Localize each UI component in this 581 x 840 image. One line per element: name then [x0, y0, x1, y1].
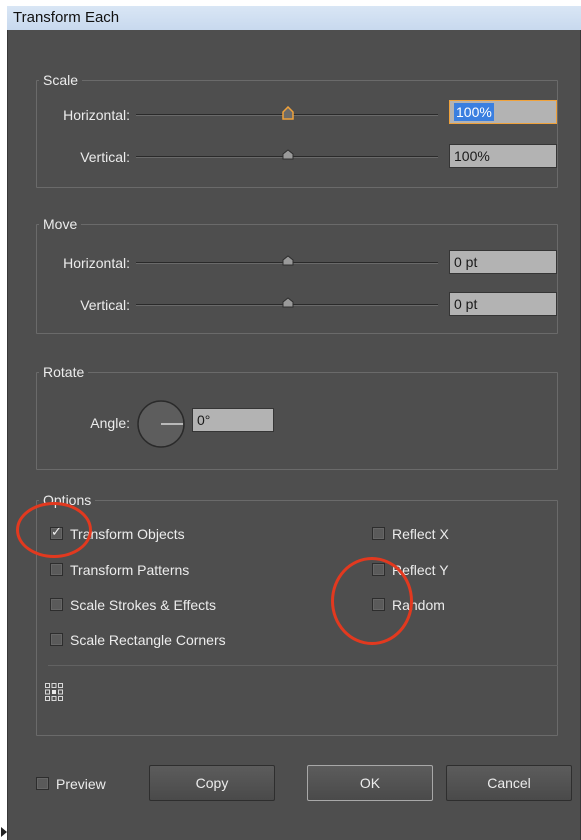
preview-checkbox[interactable]	[36, 777, 49, 790]
ok-button[interactable]: OK	[307, 765, 433, 801]
scale-rect-corners-checkbox[interactable]	[50, 633, 63, 646]
reflect-x-label: Reflect X	[392, 526, 449, 542]
scale-horizontal-label: Horizontal:	[63, 107, 130, 123]
scale-strokes-label: Scale Strokes & Effects	[70, 597, 217, 613]
scale-vertical-input[interactable]: 100%	[449, 144, 557, 168]
move-vertical-input[interactable]: 0 pt	[449, 292, 557, 316]
transform-each-dialog: Scale Horizontal: 100% Vertical: 100% Mo…	[7, 30, 581, 840]
cancel-button[interactable]: Cancel	[446, 765, 572, 801]
transform-patterns-checkbox[interactable]	[50, 563, 63, 576]
copy-button[interactable]: Copy	[149, 765, 275, 801]
scale-rect-corners-label: Scale Rectangle Corners	[70, 632, 226, 648]
scale-vertical-slider-thumb[interactable]	[282, 149, 294, 160]
scale-horizontal-input[interactable]: 100%	[449, 100, 557, 124]
options-divider	[48, 665, 558, 666]
cursor-arrow-icon	[1, 827, 7, 837]
annotation-circle-transform-objects	[16, 502, 92, 558]
scale-legend: Scale	[43, 72, 79, 88]
move-horizontal-input[interactable]: 0 pt	[449, 250, 557, 274]
scale-vertical-label: Vertical:	[80, 149, 130, 165]
angle-label: Angle:	[90, 415, 130, 431]
transform-patterns-label: Transform Patterns	[70, 562, 190, 578]
reference-point-grid-icon[interactable]	[44, 682, 64, 702]
move-vertical-slider-thumb[interactable]	[282, 297, 294, 308]
preview-label: Preview	[56, 776, 106, 792]
move-group: Move	[36, 216, 558, 334]
move-legend: Move	[43, 216, 78, 232]
window-title-bar[interactable]: Transform Each	[7, 6, 581, 30]
angle-dial[interactable]	[135, 399, 187, 449]
annotation-circle-reflect-random	[331, 557, 413, 645]
move-horizontal-label: Horizontal:	[63, 255, 130, 271]
angle-input[interactable]: 0°	[192, 408, 274, 432]
scale-strokes-checkbox[interactable]	[50, 598, 63, 611]
move-vertical-label: Vertical:	[80, 297, 130, 313]
window-title: Transform Each	[13, 9, 120, 26]
reflect-x-checkbox[interactable]	[372, 527, 385, 540]
scale-horizontal-slider-thumb[interactable]	[281, 106, 295, 120]
rotate-legend: Rotate	[43, 364, 85, 380]
move-horizontal-slider-thumb[interactable]	[282, 255, 294, 266]
scale-group: Scale	[36, 72, 558, 188]
